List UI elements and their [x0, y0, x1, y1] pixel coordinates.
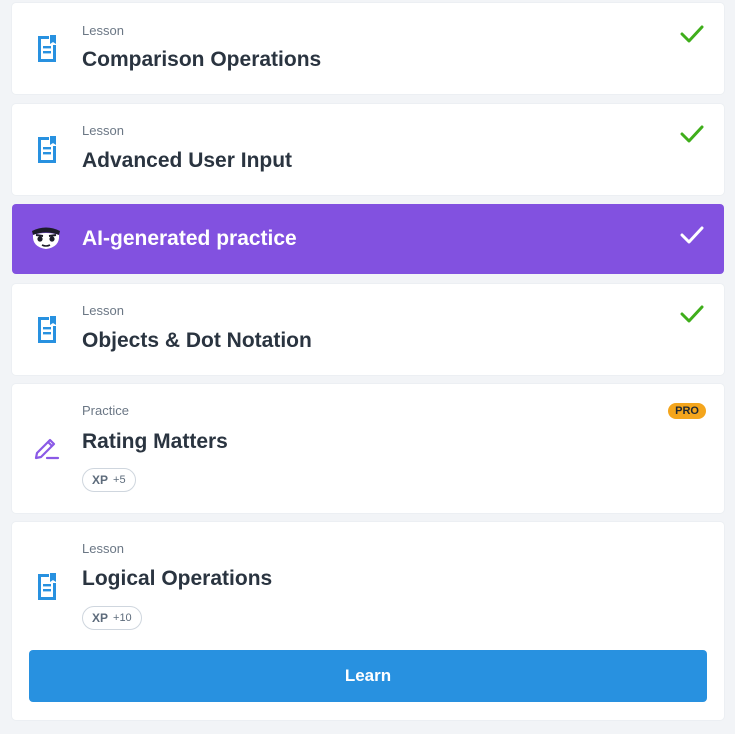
item-kind-label: Lesson	[82, 23, 124, 38]
item-kind-label: Practice	[82, 403, 129, 418]
lesson-card-logical-operations[interactable]: Lesson Logical Operations XP +10 Learn	[12, 522, 724, 720]
xp-value: +10	[113, 612, 132, 624]
practice-card-rating-matters[interactable]: Practice Rating Matters PRO XP +5	[12, 384, 724, 513]
ai-practice-card[interactable]: AI-generated practice	[12, 204, 724, 274]
lesson-card-advanced-user-input[interactable]: Lesson Advanced User Input	[12, 104, 724, 195]
completed-check-icon	[680, 226, 704, 244]
item-kind-label: Lesson	[82, 123, 124, 138]
item-title: Comparison Operations	[82, 48, 322, 71]
item-kind-label: Lesson	[82, 541, 124, 556]
item-kind-label: Lesson	[82, 303, 124, 318]
completed-check-icon	[680, 305, 704, 323]
lesson-card-comparison-operations[interactable]: Lesson Comparison Operations	[12, 3, 724, 94]
lesson-document-icon	[35, 572, 59, 600]
pro-badge: PRO	[668, 403, 706, 419]
lesson-document-icon	[35, 34, 59, 62]
xp-label: XP	[92, 473, 109, 487]
xp-label: XP	[92, 611, 109, 625]
item-title: Logical Operations	[82, 567, 273, 590]
lesson-document-icon	[35, 315, 59, 343]
item-title: AI-generated practice	[82, 227, 297, 250]
item-title: Rating Matters	[82, 430, 228, 453]
xp-value: +5	[113, 474, 126, 486]
completed-check-icon	[680, 25, 704, 43]
xp-reward-pill: XP +5	[82, 468, 136, 492]
item-title: Advanced User Input	[82, 149, 293, 172]
completed-check-icon	[680, 125, 704, 143]
lesson-document-icon	[35, 135, 59, 163]
learn-button[interactable]: Learn	[29, 650, 707, 702]
lesson-card-objects-dot-notation[interactable]: Lesson Objects & Dot Notation	[12, 284, 724, 375]
ai-mascot-icon	[30, 225, 62, 253]
pencil-icon	[33, 434, 61, 460]
xp-reward-pill: XP +10	[82, 606, 142, 630]
item-title: Objects & Dot Notation	[82, 329, 312, 352]
